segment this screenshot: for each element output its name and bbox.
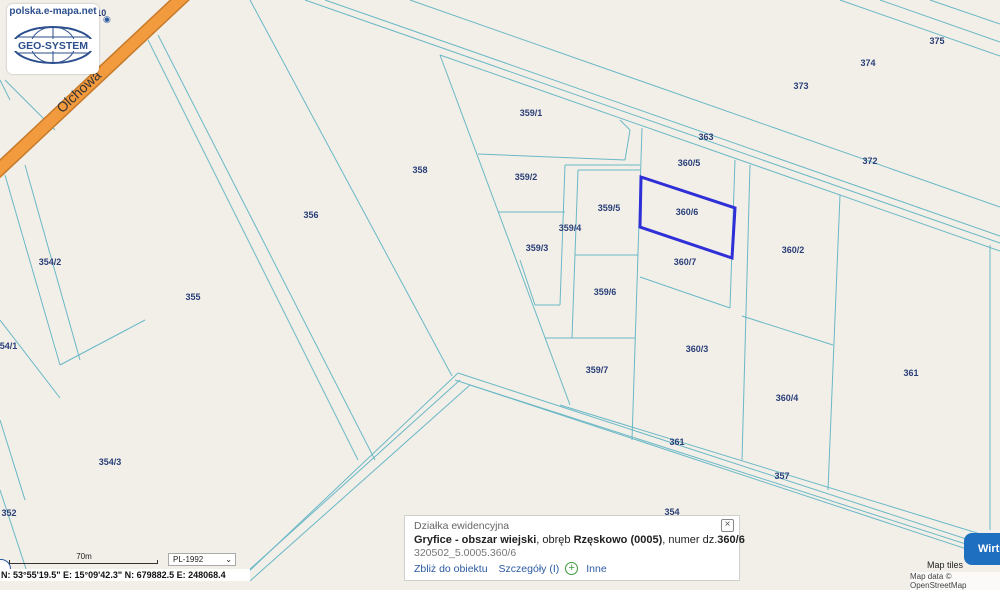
attribution-data[interactable]: Map data © OpenStreetMap <box>910 572 1000 590</box>
chevron-down-icon: ⌄ <box>225 555 232 564</box>
parcel-label: 357 <box>774 471 789 481</box>
info-heading: Działka ewidencyjna <box>414 520 510 532</box>
parcel-label: 356 <box>303 210 318 220</box>
parcel-label: 359/3 <box>526 243 549 253</box>
parcel-label: 355 <box>185 292 200 302</box>
info-links: Zbliż do obiektu Szczegóły (I) + Inne <box>414 562 730 575</box>
parcel-info-popup: × Działka ewidencyjna Gryfice - obszar w… <box>404 515 745 581</box>
parcel-label: 354/1 <box>0 341 17 351</box>
plus-icon[interactable]: + <box>565 562 579 575</box>
parcel-label: 361 <box>903 368 918 378</box>
info-parcel-id: 320502_5.0005.360/6 <box>414 547 517 559</box>
info-sep1: , obręb <box>536 534 574 546</box>
parcel-label: 360/4 <box>776 393 799 403</box>
parcel-label: 354/2 <box>39 257 62 267</box>
info-precinct: Rzęskowo (0005) <box>573 534 663 546</box>
close-icon[interactable]: × <box>721 519 734 532</box>
parcel-label: 375 <box>929 36 944 46</box>
scale-bar-line <box>9 560 158 564</box>
parcel-label: 374 <box>860 58 875 68</box>
zoom-to-object-link[interactable]: Zbliż do obiektu <box>414 563 488 575</box>
tv-icon[interactable]: ◉ <box>103 14 111 25</box>
parcel-label: 373 <box>793 81 808 91</box>
crs-select[interactable]: PL-1992 ⌄ <box>168 553 236 566</box>
globe-logo-icon: GEO-SYSTEM <box>11 26 95 64</box>
crs-value: PL-1992 <box>173 555 204 564</box>
parcel-label: 361 <box>669 437 684 447</box>
virtual-button[interactable]: Wirtu <box>964 533 1000 565</box>
logo-brand-text: GEO-SYSTEM <box>18 40 88 52</box>
parcel-map[interactable]: Olchowa 375374373363372359/1360/5358359/… <box>0 0 1000 581</box>
parcel-label: 359/4 <box>559 223 582 233</box>
info-title: Gryfice - obszar wiejski, obręb Rzęskowo… <box>414 534 745 546</box>
other-link[interactable]: Inne <box>586 563 606 575</box>
parcel-label: 358 <box>412 165 427 175</box>
info-number: 360/6 <box>717 534 745 546</box>
parcel-label: 360/2 <box>782 245 805 255</box>
parcel-label: 360/6 <box>676 207 699 217</box>
info-municipality: Gryfice - obszar wiejski <box>414 534 537 546</box>
parcel-label: 363 <box>698 132 713 142</box>
parcel-label: 359/7 <box>586 365 609 375</box>
geo-system-logo[interactable]: polska.e-mapa.net GEO-SYSTEM <box>7 4 99 74</box>
parcel-label: 372 <box>862 156 877 166</box>
parcel-label: 359/5 <box>598 203 621 213</box>
details-link[interactable]: Szczegóły (I) <box>499 563 560 575</box>
scale-bar: 70m <box>9 552 159 564</box>
parcel-label: 360/3 <box>686 344 709 354</box>
parcel-label: 360/7 <box>674 257 697 267</box>
parcel-label: 359/1 <box>520 108 543 118</box>
logo-site-text: polska.e-mapa.net <box>9 6 97 17</box>
parcel-label: 359/2 <box>515 172 538 182</box>
parcel-label: 354/3 <box>99 457 122 467</box>
parcel-label: 352 <box>1 508 16 518</box>
attribution-tiles: Map tiles <box>927 560 964 570</box>
parcel-label: 359/6 <box>594 287 617 297</box>
coordinates-readout: N: 53°55'19.5" E: 15°09'42.3" N: 679882.… <box>0 569 250 581</box>
parcel-label: 360/5 <box>678 158 701 168</box>
info-sep2: , numer dz. <box>662 534 718 546</box>
